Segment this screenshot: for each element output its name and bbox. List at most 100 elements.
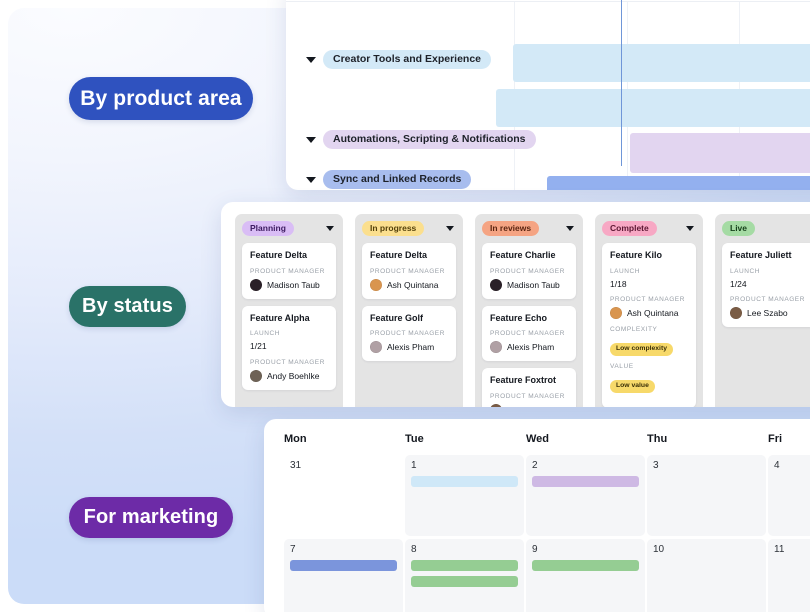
calendar-event-bar[interactable] — [411, 476, 518, 487]
gantt-timeline-panel: Q1Q2Q3Q4 Creator Tools and ExperienceAut… — [286, 0, 810, 190]
calendar-day-cell[interactable]: 9 — [526, 539, 645, 612]
kanban-field-tag: Low complexity — [610, 342, 673, 356]
avatar — [250, 369, 262, 382]
calendar-day-cell[interactable]: 1 — [405, 455, 524, 536]
kanban-field-value: Ash Quintana — [387, 279, 439, 290]
kanban-field-person: Madison Taub — [250, 278, 328, 291]
calendar-event-bar[interactable] — [532, 560, 639, 571]
today-marker-line — [621, 0, 623, 166]
kanban-field-person: Lee Szabo — [490, 403, 568, 407]
calendar-event-bar[interactable] — [290, 560, 397, 571]
kanban-field-label: PRODUCT MANAGER — [730, 296, 805, 304]
kanban-card[interactable]: Feature Echo PRODUCT MANAGER Alexis Pham — [482, 305, 576, 362]
calendar-day-number: 9 — [532, 544, 538, 555]
kanban-column-header: Planning — [242, 220, 336, 237]
calendar-day-number: 31 — [290, 460, 302, 471]
kanban-field-label: PRODUCT MANAGER — [610, 296, 685, 304]
kanban-field-label: PRODUCT MANAGER — [490, 267, 565, 275]
calendar-day-cell[interactable]: 10 — [647, 539, 766, 612]
gantt-bar[interactable] — [547, 176, 810, 190]
kanban-card[interactable]: Feature Charlie PRODUCT MANAGER Madison Ta… — [482, 243, 576, 299]
kanban-field-person: Lee Szabo — [730, 307, 808, 320]
kanban-field-label: VALUE — [610, 362, 634, 370]
gantt-category-chip[interactable]: Automations, Scripting & Notifications — [323, 130, 536, 150]
status-badge[interactable]: Complete — [602, 220, 657, 237]
chevron-down-icon[interactable] — [306, 56, 316, 63]
chevron-down-icon[interactable] — [306, 136, 316, 143]
kanban-column-header: In progress — [362, 220, 456, 237]
kanban-card-title: Feature Alpha — [250, 312, 310, 323]
calendar-day-cell[interactable]: 31 — [284, 455, 403, 536]
kanban-field-person: Madison Taub — [490, 278, 568, 291]
calendar-day-number: 8 — [411, 544, 417, 555]
chevron-down-icon[interactable] — [326, 226, 334, 231]
avatar — [370, 278, 382, 291]
gantt-row-2[interactable]: Automations, Scripting & Notifications — [306, 130, 536, 150]
avatar — [730, 307, 742, 320]
kanban-card[interactable]: Feature Delta PRODUCT MANAGER Ash Quintana — [362, 243, 456, 299]
calendar-day-cell[interactable]: 7 — [284, 539, 403, 612]
chevron-down-icon[interactable] — [686, 226, 694, 231]
avatar — [610, 307, 622, 320]
gantt-row-3[interactable]: Sync and Linked Records — [306, 170, 472, 190]
kanban-card[interactable]: Feature Juliett LAUNCH 1/24 PRODUCT MANAGER… — [722, 243, 810, 328]
kanban-card[interactable]: Feature Delta PRODUCT MANAGER Madison Taub — [242, 243, 336, 299]
label-for-marketing: For marketing — [69, 497, 233, 538]
calendar-event-bar[interactable] — [411, 576, 518, 587]
gantt-bar[interactable] — [496, 89, 810, 127]
avatar — [250, 278, 262, 291]
calendar-day-cell[interactable]: 11 — [768, 539, 810, 612]
avatar — [370, 341, 382, 354]
status-badge[interactable]: Planning — [242, 220, 294, 237]
gantt-bar[interactable] — [630, 133, 810, 173]
status-badge[interactable]: In reviews — [482, 220, 540, 237]
kanban-card[interactable]: Feature Golf PRODUCT MANAGER Alexis Pham — [362, 305, 456, 362]
kanban-column: Live Feature Juliett LAUNCH 1/24 PRODUCT MAN… — [715, 214, 810, 407]
kanban-field-value: Lee Szabo — [507, 405, 548, 407]
gantt-row-1[interactable]: Creator Tools and Experience — [306, 50, 492, 70]
kanban-card-title: Feature Charlie — [490, 250, 556, 260]
calendar-day-header: Fri — [768, 433, 783, 445]
kanban-field-value: Madison Taub — [507, 279, 560, 290]
status-badge[interactable]: In progress — [362, 220, 425, 237]
calendar-week-row: 7 8 9 10 11 — [284, 539, 810, 612]
kanban-card-title: Feature Kilo — [610, 250, 663, 260]
calendar-event-bar[interactable] — [411, 560, 518, 571]
label-by-status: By status — [69, 286, 186, 327]
label-by-product-area: By product area — [69, 77, 253, 120]
chevron-down-icon[interactable] — [566, 226, 574, 231]
kanban-card[interactable]: Feature Foxtrot PRODUCT MANAGER Lee Szabo — [482, 368, 576, 407]
gantt-category-chip[interactable]: Sync and Linked Records — [323, 170, 472, 190]
kanban-column-header: In reviews — [482, 220, 576, 237]
status-badge[interactable]: Live — [722, 220, 756, 237]
gantt-category-chip[interactable]: Creator Tools and Experience — [323, 50, 492, 70]
calendar-day-cell[interactable]: 8 — [405, 539, 524, 612]
avatar — [490, 341, 502, 354]
calendar-day-number: 10 — [653, 544, 665, 555]
kanban-card[interactable]: Feature Kilo LAUNCH 1/18 PRODUCT MANAGER Ash… — [602, 243, 696, 407]
kanban-field-label: PRODUCT MANAGER — [490, 392, 565, 400]
calendar-day-cell[interactable]: 4 — [768, 455, 810, 536]
calendar-day-cell[interactable]: 3 — [647, 455, 766, 536]
kanban-card[interactable]: Feature Alpha LAUNCH 1/21 PRODUCT MANAGER An… — [242, 305, 336, 390]
kanban-field-value: 1/18 — [610, 278, 627, 289]
kanban-field-label: COMPLEXITY — [610, 326, 658, 334]
gantt-bar[interactable] — [513, 44, 810, 82]
calendar-day-cell[interactable]: 2 — [526, 455, 645, 536]
kanban-field-value: Alexis Pham — [387, 342, 435, 353]
kanban-column-header: Live — [722, 220, 810, 237]
kanban-column-header: Complete — [602, 220, 696, 237]
calendar-day-header: Mon — [284, 433, 307, 445]
kanban-board-panel: Planning Feature Delta PRODUCT MANAGER Madi… — [221, 202, 810, 407]
kanban-field-tag: Low value — [610, 379, 655, 393]
kanban-field-label: PRODUCT MANAGER — [490, 330, 565, 338]
kanban-field-label: LAUNCH — [730, 267, 761, 275]
chevron-down-icon[interactable] — [446, 226, 454, 231]
kanban-card-title: Feature Echo — [490, 312, 548, 323]
kanban-field-value: 1/24 — [730, 278, 747, 289]
chevron-down-icon[interactable] — [306, 176, 316, 183]
calendar-day-headers: Mon Tue Wed Thu Fri — [284, 433, 810, 445]
kanban-column: Complete Feature Kilo LAUNCH 1/18 PRODUCT MA… — [595, 214, 703, 407]
calendar-event-bar[interactable] — [532, 476, 639, 487]
calendar-day-number: 1 — [411, 460, 417, 471]
